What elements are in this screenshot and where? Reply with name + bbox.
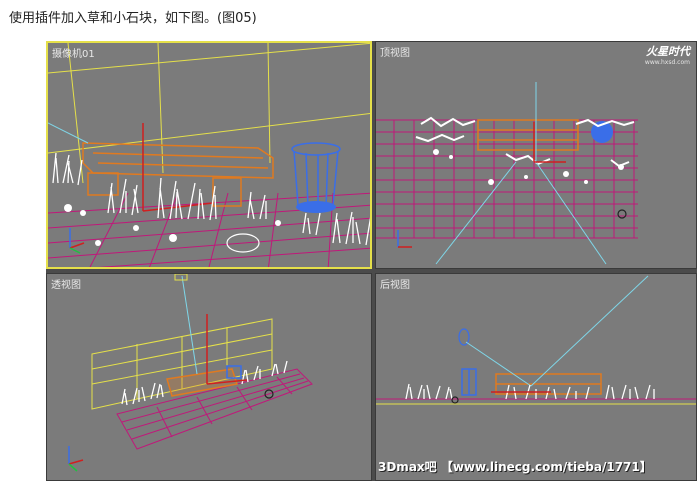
logo-url: www.hxsd.com	[644, 59, 690, 66]
camera-viewport[interactable]: 摄像机01	[46, 41, 372, 269]
top-scene	[376, 82, 638, 265]
back-scene	[376, 275, 696, 405]
camera-viewport-label[interactable]: 摄像机01	[52, 45, 95, 60]
camera-scene	[48, 43, 370, 267]
caption-text: 使用插件加入草和小石块，如下图。(图05)	[9, 11, 257, 26]
top-viewport-label[interactable]: 顶视图	[380, 44, 410, 59]
back-viewport[interactable]: 后视图	[375, 273, 697, 481]
watermark-text: 3Dmax吧 【www.linecg.com/tieba/1771】	[378, 460, 652, 474]
top-viewport[interactable]: 顶视图 火星时代 www.hxsd.com	[375, 41, 697, 269]
viewport-layout: 摄像机01 顶视图 火星时代 www.hxsd.com 透视图 后视图	[46, 41, 697, 481]
back-viewport-label[interactable]: 后视图	[380, 276, 410, 291]
hxsd-logo: 火星时代 www.hxsd.com	[645, 46, 690, 68]
perspective-viewport-label[interactable]: 透视图	[51, 276, 81, 291]
perspective-viewport[interactable]: 透视图	[46, 273, 372, 481]
perspective-scene	[68, 274, 313, 472]
